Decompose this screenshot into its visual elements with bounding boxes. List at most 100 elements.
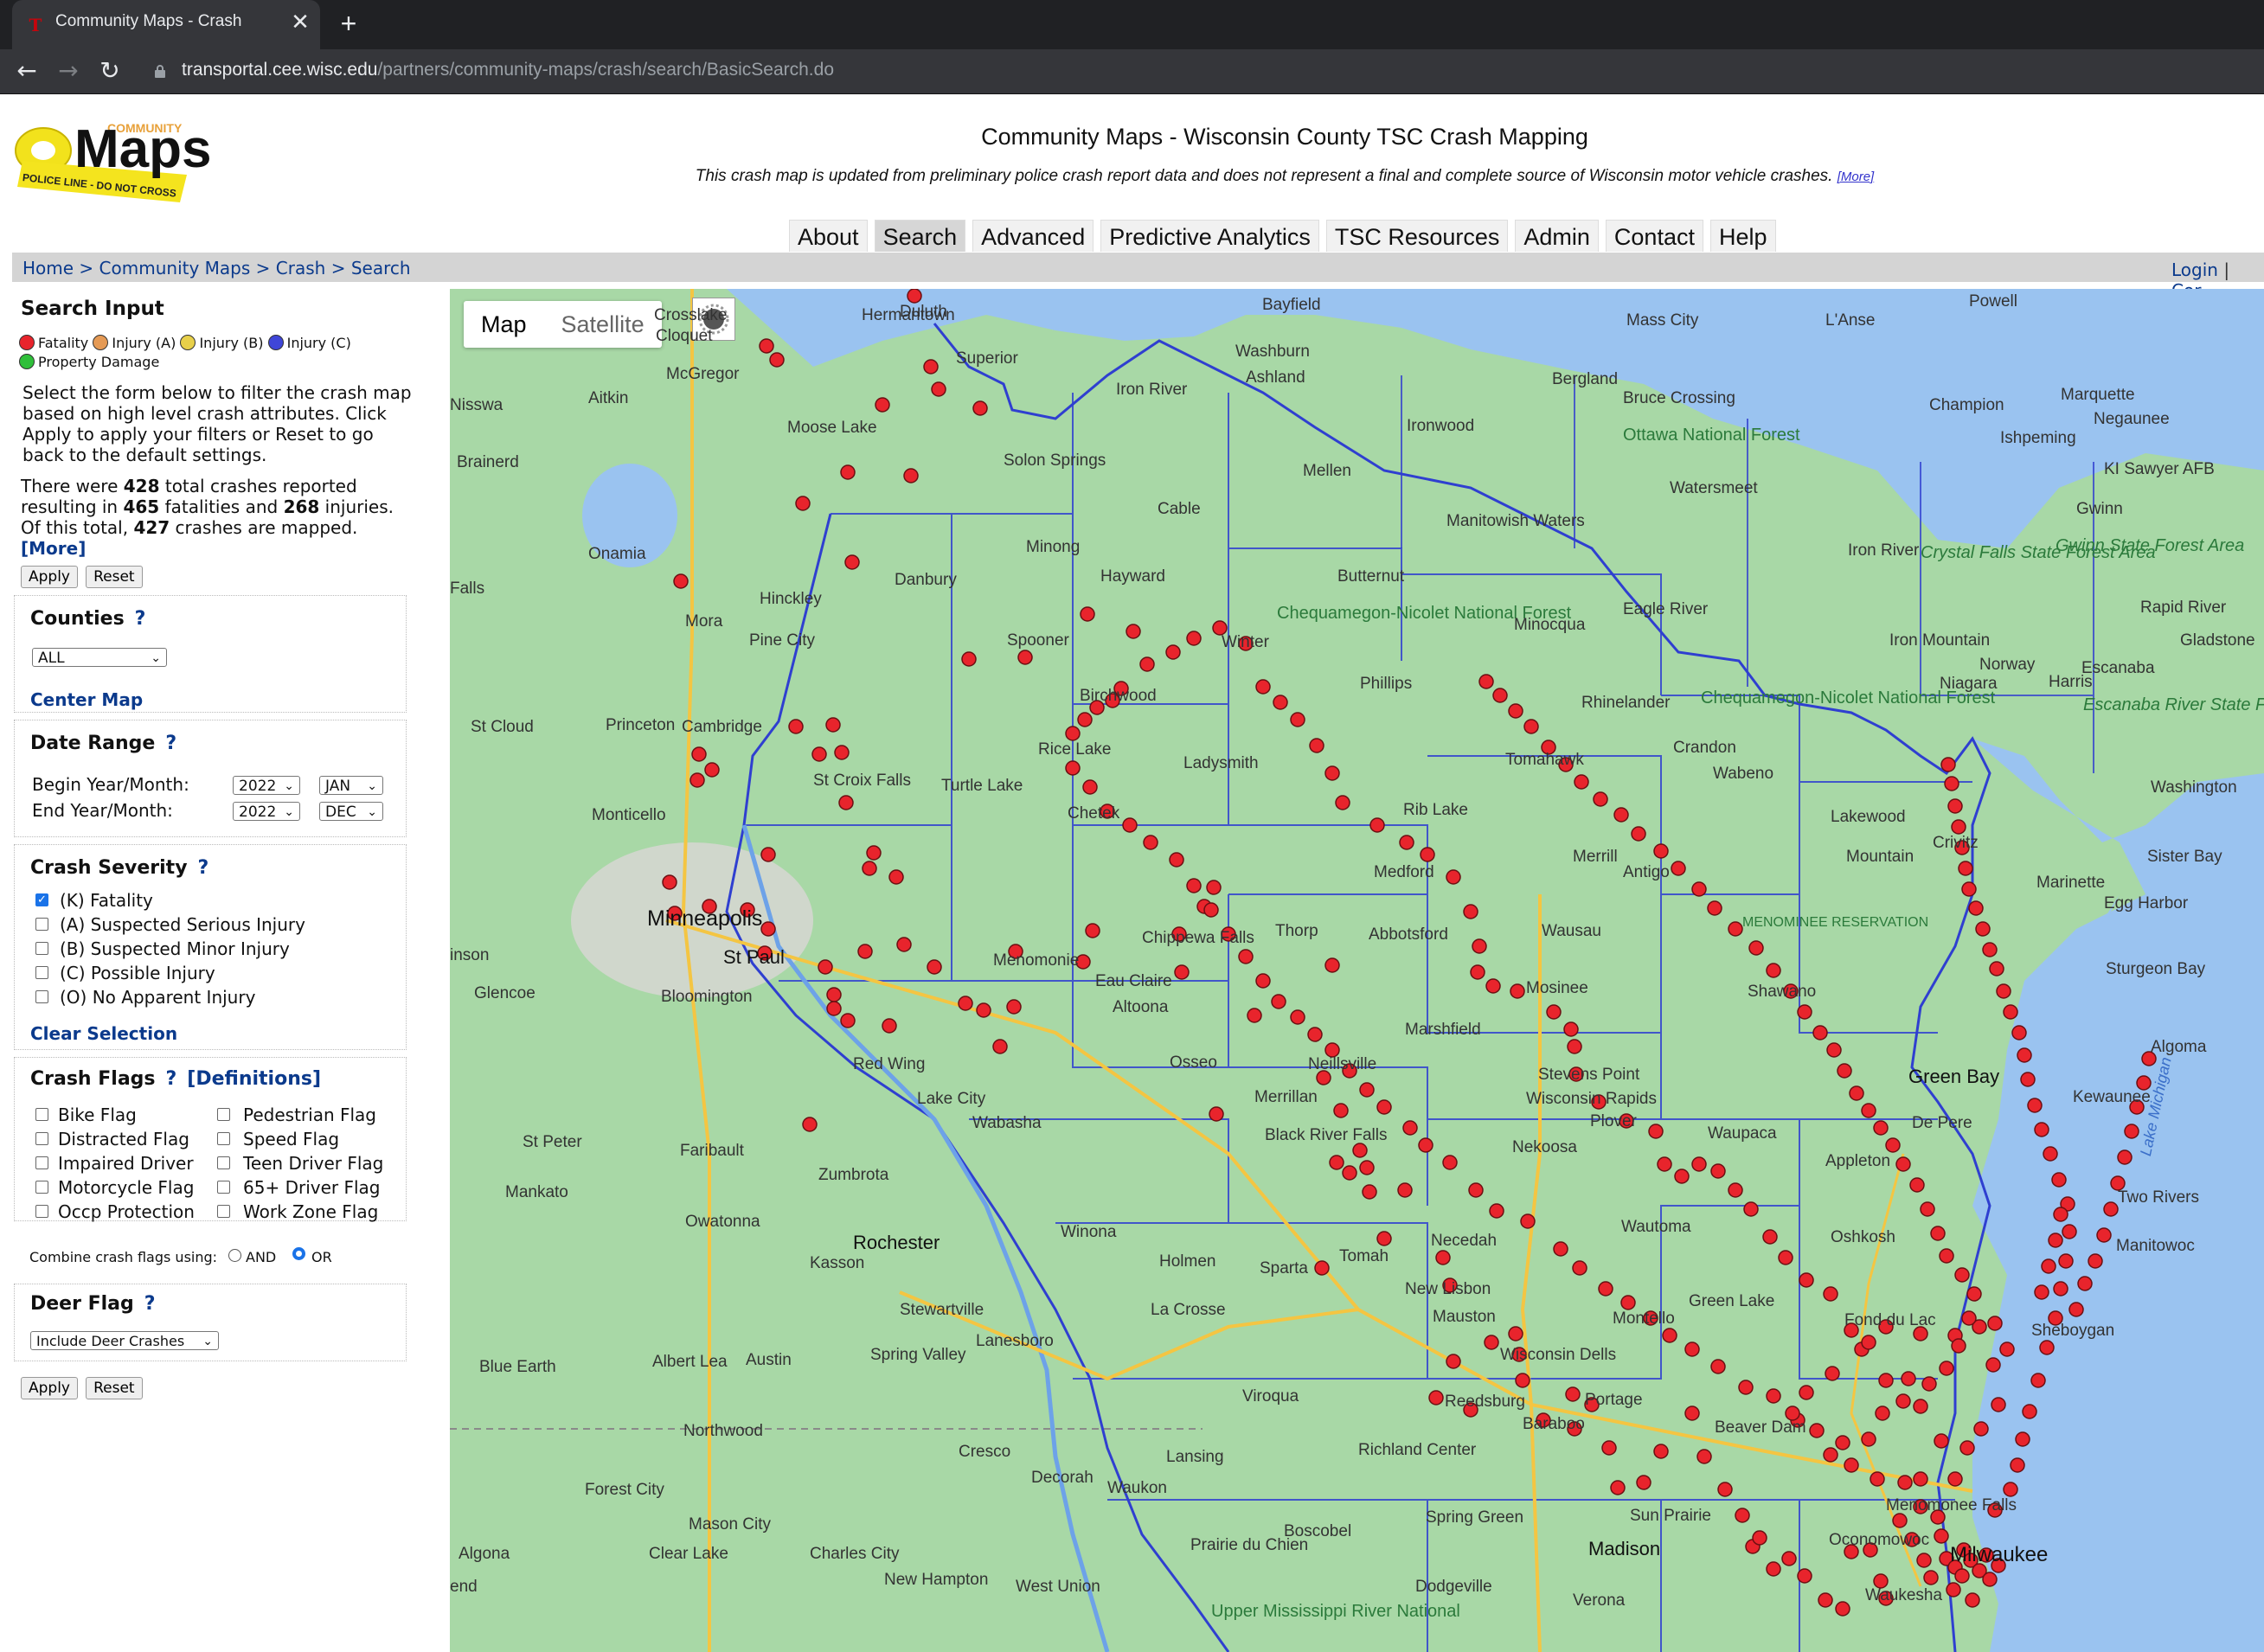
crash-marker[interactable] (1492, 688, 1508, 703)
senior-driver-checkbox[interactable] (217, 1181, 230, 1194)
crash-marker[interactable] (1982, 1572, 1998, 1587)
crash-marker[interactable] (1946, 1582, 1961, 1598)
crash-marker[interactable] (1186, 878, 1202, 893)
crash-marker[interactable] (1352, 1143, 1368, 1158)
crash-marker[interactable] (1065, 726, 1081, 741)
fatality-checkbox[interactable]: ✓ (35, 893, 48, 906)
center-map-link[interactable]: Center Map (30, 689, 143, 710)
crash-marker[interactable] (1797, 1568, 1812, 1584)
crash-marker[interactable] (1143, 835, 1158, 850)
crash-marker[interactable] (1710, 1163, 1726, 1179)
crash-marker[interactable] (1861, 1103, 1876, 1118)
crash-marker[interactable] (1006, 999, 1022, 1015)
crash-marker[interactable] (1082, 779, 1098, 795)
crash-marker[interactable] (1966, 1286, 1982, 1302)
crash-marker[interactable] (759, 338, 774, 354)
crash-marker[interactable] (1553, 1241, 1568, 1257)
crash-marker[interactable] (1895, 1156, 1911, 1172)
crash-marker[interactable] (1657, 1156, 1672, 1172)
crash-marker[interactable] (1255, 679, 1271, 695)
crash-marker[interactable] (840, 1013, 856, 1028)
crash-marker[interactable] (1973, 1421, 1989, 1437)
crash-marker[interactable] (1613, 807, 1629, 823)
crash-marker[interactable] (1376, 1231, 1392, 1246)
crash-marker[interactable] (1636, 1475, 1652, 1490)
crash-marker[interactable] (691, 746, 707, 762)
crash-marker[interactable] (976, 1002, 991, 1018)
crash-marker[interactable] (1934, 1528, 1949, 1544)
crash-marker[interactable] (1567, 1039, 1582, 1054)
crash-marker[interactable] (662, 874, 677, 890)
nav-admin[interactable]: Admin (1515, 220, 1599, 252)
crash-marker[interactable] (1485, 978, 1501, 994)
crash-marker[interactable] (826, 1001, 842, 1016)
crash-marker[interactable] (1359, 1160, 1375, 1175)
nav-help[interactable]: Help (1709, 220, 1776, 252)
crash-marker[interactable] (2015, 1431, 2030, 1447)
crash-marker[interactable] (1901, 1371, 1916, 1386)
crash-marker[interactable] (1870, 1471, 1885, 1487)
crash-marker[interactable] (1165, 644, 1181, 660)
crash-marker[interactable] (2077, 1276, 2093, 1291)
severity-help-icon[interactable]: ? (198, 857, 209, 879)
crash-marker[interactable] (1065, 760, 1081, 776)
crash-marker[interactable] (1484, 1335, 1499, 1350)
crash-marker[interactable] (903, 468, 919, 483)
crash-marker[interactable] (1290, 712, 1305, 727)
crash-marker[interactable] (1255, 973, 1271, 989)
crash-marker[interactable] (1684, 1405, 1700, 1421)
crash-marker[interactable] (2020, 1072, 2036, 1087)
crash-marker[interactable] (1923, 1570, 1939, 1585)
crash-marker[interactable] (1402, 1120, 1418, 1136)
crash-marker[interactable] (1778, 1250, 1793, 1265)
crash-marker[interactable] (1968, 900, 1984, 916)
nav-search[interactable]: Search (874, 220, 966, 252)
crash-marker[interactable] (1565, 1386, 1581, 1402)
crash-marker[interactable] (1799, 1272, 1814, 1288)
crash-marker[interactable] (1797, 1004, 1812, 1020)
crash-marker[interactable] (1307, 1027, 1323, 1042)
bike-flag-checkbox[interactable] (35, 1108, 48, 1121)
nav-advanced[interactable]: Advanced (972, 220, 1094, 252)
crash-marker[interactable] (1781, 1551, 1797, 1566)
crash-marker[interactable] (1186, 631, 1202, 646)
crash-marker[interactable] (888, 869, 904, 885)
crash-marker[interactable] (1965, 1592, 1980, 1608)
crash-marker[interactable] (818, 959, 833, 975)
crash-marker[interactable] (1126, 624, 1141, 639)
crash-marker[interactable] (1523, 719, 1539, 734)
crash-marker[interactable] (931, 381, 946, 397)
crash-marker[interactable] (2003, 1482, 2018, 1497)
reload-icon[interactable]: ↻ (93, 54, 126, 87)
browser-tab[interactable]: T Community Maps - Crash ✕ (12, 0, 320, 49)
crash-marker[interactable] (704, 762, 720, 778)
motorcycle-flag-checkbox[interactable] (35, 1181, 48, 1194)
crash-marker[interactable] (1369, 817, 1385, 833)
nav-about[interactable]: About (789, 220, 868, 252)
serious-injury-checkbox[interactable] (35, 918, 48, 931)
crash-marker[interactable] (857, 944, 873, 959)
crash-marker[interactable] (1766, 1561, 1781, 1577)
crash-marker[interactable] (2034, 1122, 2049, 1137)
crash-marker[interactable] (1799, 1385, 1814, 1400)
crash-marker[interactable] (1961, 1310, 1977, 1326)
crash-marker[interactable] (1878, 1373, 1894, 1388)
crash-marker[interactable] (1809, 1423, 1825, 1438)
reset-button[interactable]: Reset (86, 566, 143, 588)
date-range-help-icon[interactable]: ? (165, 733, 176, 754)
back-icon[interactable]: ← (10, 54, 43, 87)
apply-button-bottom[interactable]: Apply (21, 1377, 78, 1399)
apply-button[interactable]: Apply (21, 566, 78, 588)
crash-marker[interactable] (1825, 1366, 1840, 1381)
crash-marker[interactable] (1206, 880, 1222, 895)
crash-marker[interactable] (1335, 795, 1350, 810)
crash-marker[interactable] (1861, 1335, 1876, 1350)
crash-marker[interactable] (1342, 1165, 1357, 1181)
crash-marker[interactable] (2017, 1047, 2032, 1063)
crash-marker[interactable] (1508, 1326, 1523, 1341)
crash-marker[interactable] (1463, 904, 1478, 919)
crash-marker[interactable] (2048, 1233, 2063, 1248)
crash-marker[interactable] (1593, 791, 1608, 807)
crash-marker[interactable] (1470, 964, 1485, 980)
no-injury-checkbox[interactable] (35, 990, 48, 1003)
